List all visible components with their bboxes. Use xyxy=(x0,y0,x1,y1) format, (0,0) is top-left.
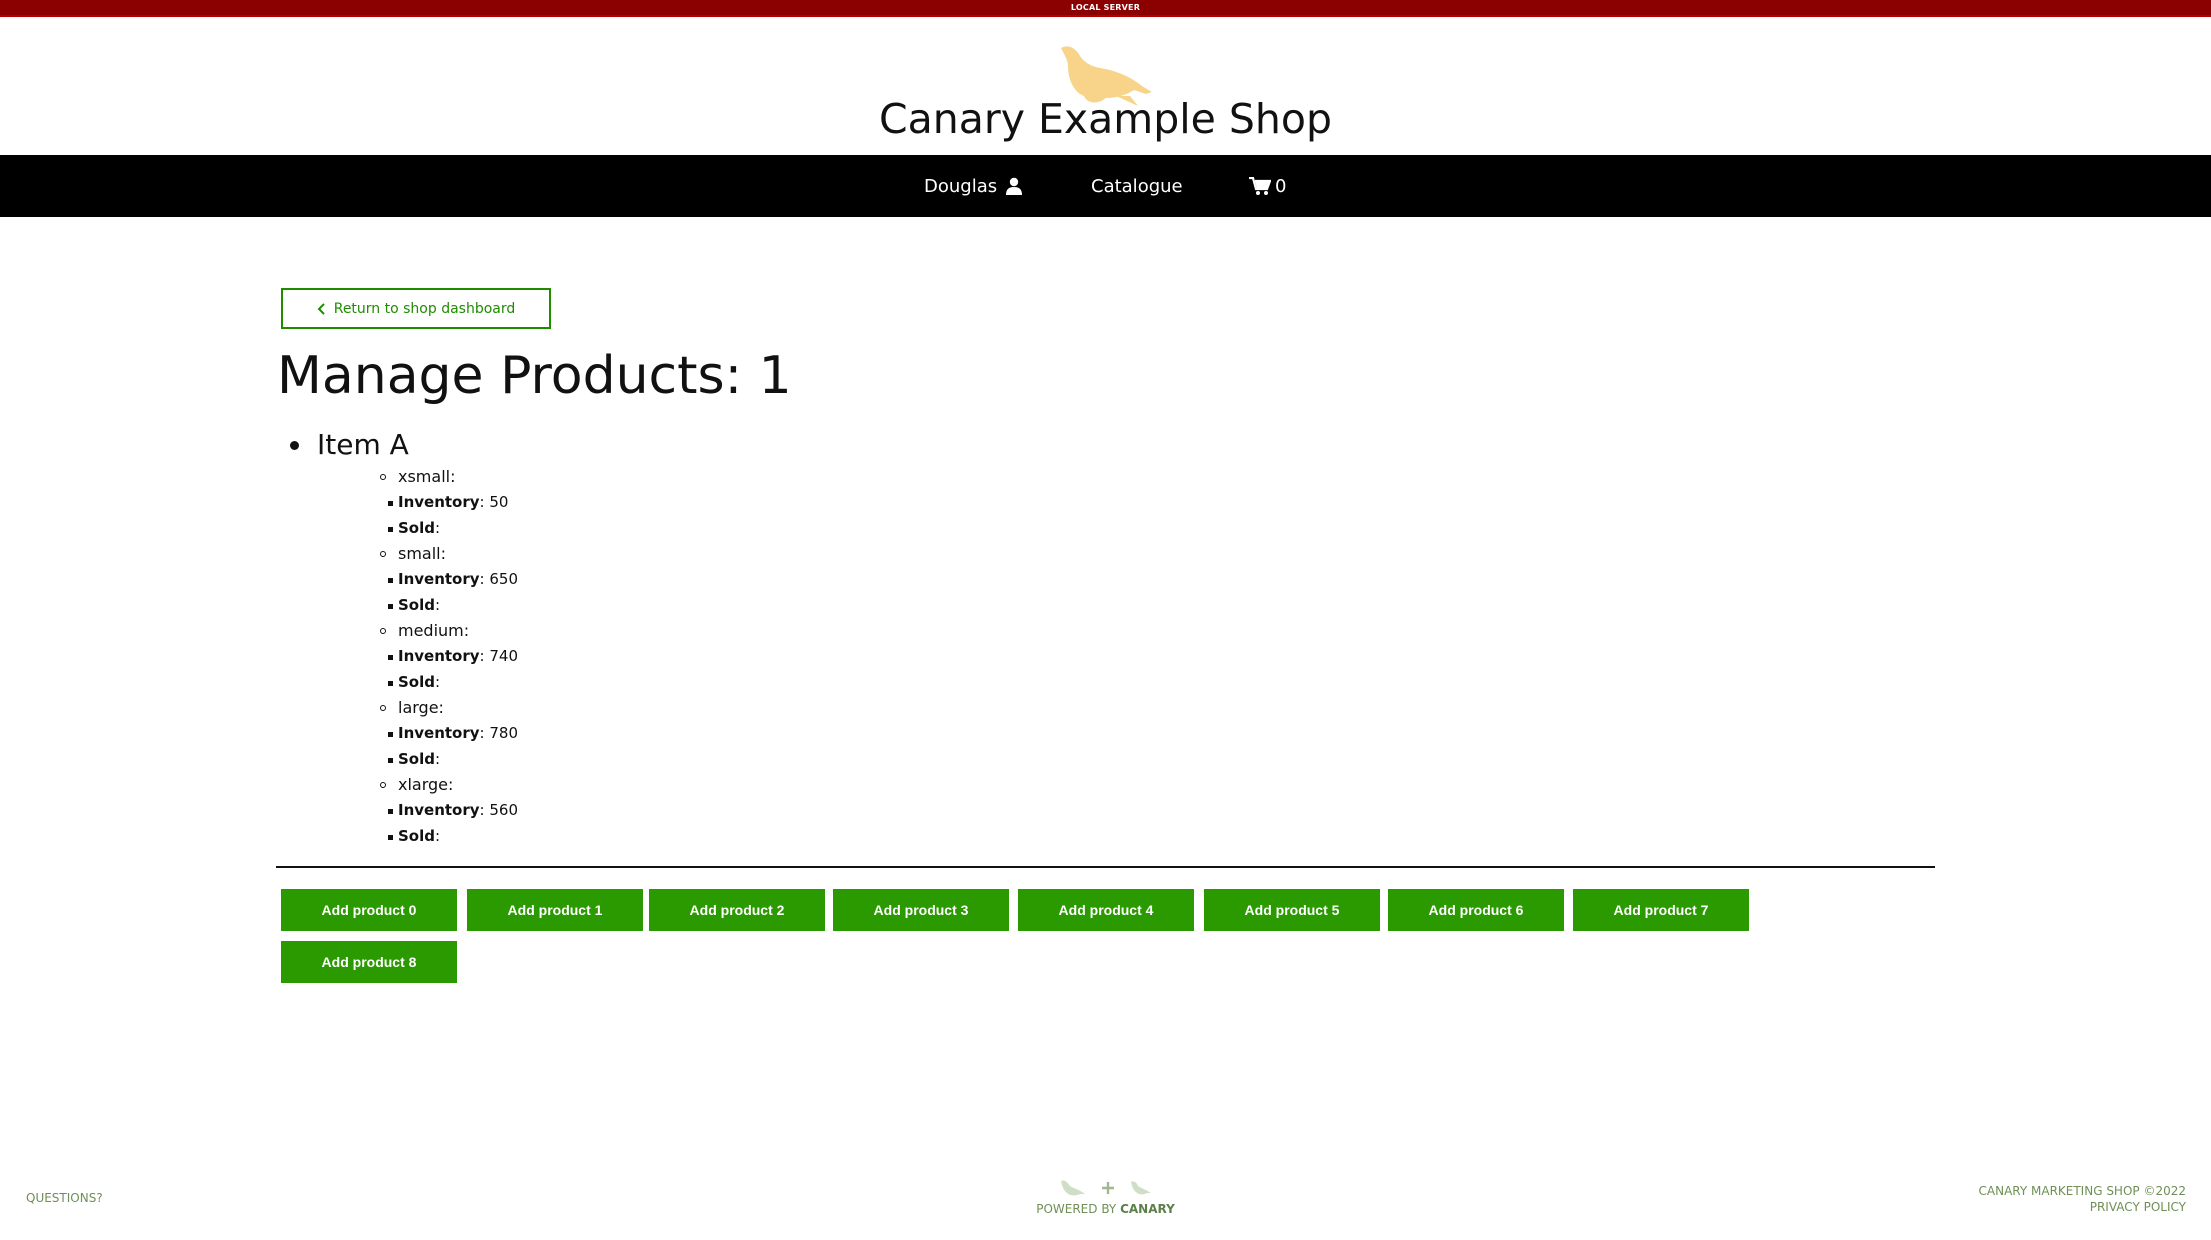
privacy-policy-link[interactable]: PRIVACY POLICY xyxy=(1979,1199,2186,1215)
size-name: small: xyxy=(398,544,447,563)
inventory-row: Inventory: 740 xyxy=(388,644,518,670)
sold-row: Sold: xyxy=(388,747,518,773)
bullet xyxy=(380,474,386,480)
inventory-row: Inventory: 50 xyxy=(388,490,518,516)
size-name: large: xyxy=(398,698,444,717)
add-product-3-button[interactable]: Add product 3 xyxy=(833,889,1009,931)
sold-row: Sold: xyxy=(388,516,518,542)
main-nav: Douglas Catalogue 0 xyxy=(0,155,2211,217)
footer-logos xyxy=(0,1176,2211,1200)
nav-user-label: Douglas xyxy=(924,175,998,197)
cart-count: 0 xyxy=(1275,175,1287,197)
canary-bird-icon xyxy=(1130,1181,1151,1195)
nav-user-link[interactable]: Douglas xyxy=(924,155,1023,217)
shop-title: Canary Example Shop xyxy=(878,95,1333,143)
section-divider xyxy=(276,866,1935,868)
user-icon xyxy=(1006,177,1023,195)
stat-list: Inventory: 740 Sold: xyxy=(388,644,518,696)
size-name: xsmall: xyxy=(398,467,456,486)
product-name: Item A xyxy=(317,428,409,461)
sold-row: Sold: xyxy=(388,670,518,696)
stat-list: Inventory: 650 Sold: xyxy=(388,567,518,619)
size-item: xsmall: Inventory: 50 Sold: xyxy=(317,464,518,541)
bullet xyxy=(380,705,386,711)
add-product-7-button[interactable]: Add product 7 xyxy=(1573,889,1749,931)
size-name: medium: xyxy=(398,621,470,640)
chevron-left-icon xyxy=(317,302,325,315)
stat-list: Inventory: 780 Sold: xyxy=(388,721,518,773)
bullet xyxy=(380,551,386,557)
site-header: Canary Example Shop xyxy=(0,17,2211,155)
return-label: Return to shop dashboard xyxy=(333,300,516,317)
footer-powered: POWERED BY CANARY xyxy=(0,1176,2211,1216)
sold-row: Sold: xyxy=(388,824,518,850)
add-product-4-button[interactable]: Add product 4 xyxy=(1018,889,1194,931)
size-name: xlarge: xyxy=(398,775,454,794)
plus-icon xyxy=(1101,1182,1114,1194)
page-title: Manage Products: 1 xyxy=(277,346,792,406)
add-product-1-button[interactable]: Add product 1 xyxy=(467,889,643,931)
nav-cart-link[interactable]: 0 xyxy=(1249,155,1286,217)
add-product-2-button[interactable]: Add product 2 xyxy=(649,889,825,931)
powered-brand: CANARY xyxy=(1120,1202,1175,1216)
size-list: xsmall: Inventory: 50 Sold: small: Inven… xyxy=(317,464,518,849)
add-product-0-button[interactable]: Add product 0 xyxy=(281,889,457,931)
local-server-label: LOCAL SERVER xyxy=(1070,3,1141,12)
bullet xyxy=(380,782,386,788)
add-product-8-button[interactable]: Add product 8 xyxy=(281,941,457,983)
copyright-text: CANARY MARKETING SHOP ©2022 xyxy=(1978,1184,2186,1198)
size-item: medium: Inventory: 740 Sold: xyxy=(317,618,518,695)
nav-catalogue-link[interactable]: Catalogue xyxy=(1091,155,1183,217)
powered-by-text: POWERED BY CANARY xyxy=(0,1202,2211,1216)
add-product-6-button[interactable]: Add product 6 xyxy=(1388,889,1564,931)
size-item: xlarge: Inventory: 560 Sold: xyxy=(317,772,518,849)
product-item: Item A xsmall: Inventory: 50 Sold: small… xyxy=(275,426,518,849)
product-list: Item A xsmall: Inventory: 50 Sold: small… xyxy=(275,426,518,849)
bullet xyxy=(290,441,299,450)
return-to-dashboard-button[interactable]: Return to shop dashboard xyxy=(281,288,551,329)
sold-row: Sold: xyxy=(388,593,518,619)
nav-catalogue-label: Catalogue xyxy=(1091,175,1183,197)
local-server-banner: LOCAL SERVER xyxy=(0,0,2211,17)
size-item: small: Inventory: 650 Sold: xyxy=(317,541,518,618)
powered-prefix: POWERED BY xyxy=(1036,1202,1117,1216)
size-item: large: Inventory: 780 Sold: xyxy=(317,695,518,772)
footer-right: CANARY MARKETING SHOP ©2022 PRIVACY POLI… xyxy=(1979,1183,2186,1215)
bullet xyxy=(380,628,386,634)
inventory-row: Inventory: 780 xyxy=(388,721,518,747)
inventory-row: Inventory: 650 xyxy=(388,567,518,593)
inventory-row: Inventory: 560 xyxy=(388,798,518,824)
stat-list: Inventory: 50 Sold: xyxy=(388,490,518,542)
stat-list: Inventory: 560 Sold: xyxy=(388,798,518,850)
cart-icon xyxy=(1249,176,1271,195)
canary-bird-icon xyxy=(1060,1180,1085,1196)
add-product-5-button[interactable]: Add product 5 xyxy=(1204,889,1380,931)
